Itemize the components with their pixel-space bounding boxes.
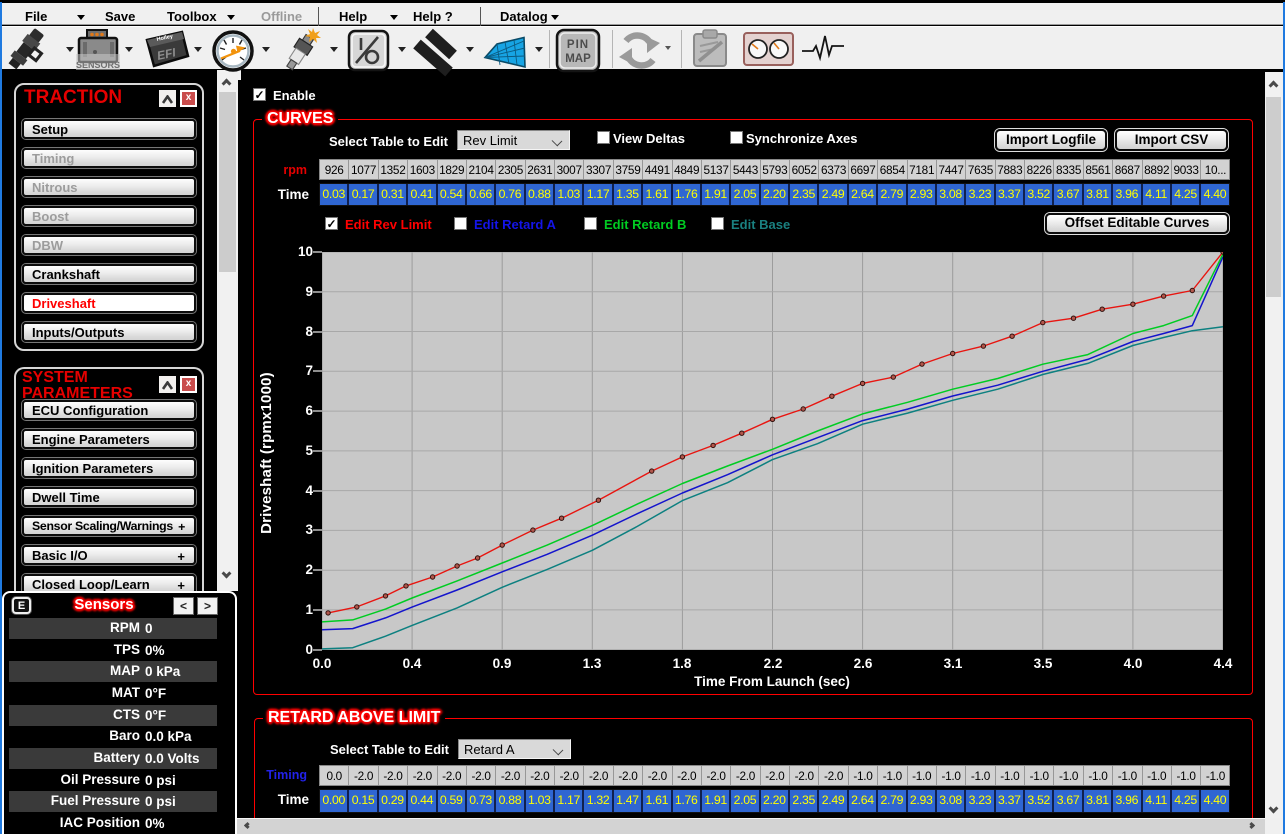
svg-text:PIN: PIN	[567, 39, 589, 51]
svg-text:MAP: MAP	[565, 53, 591, 65]
svg-text:SENSORS: SENSORS	[76, 60, 120, 70]
